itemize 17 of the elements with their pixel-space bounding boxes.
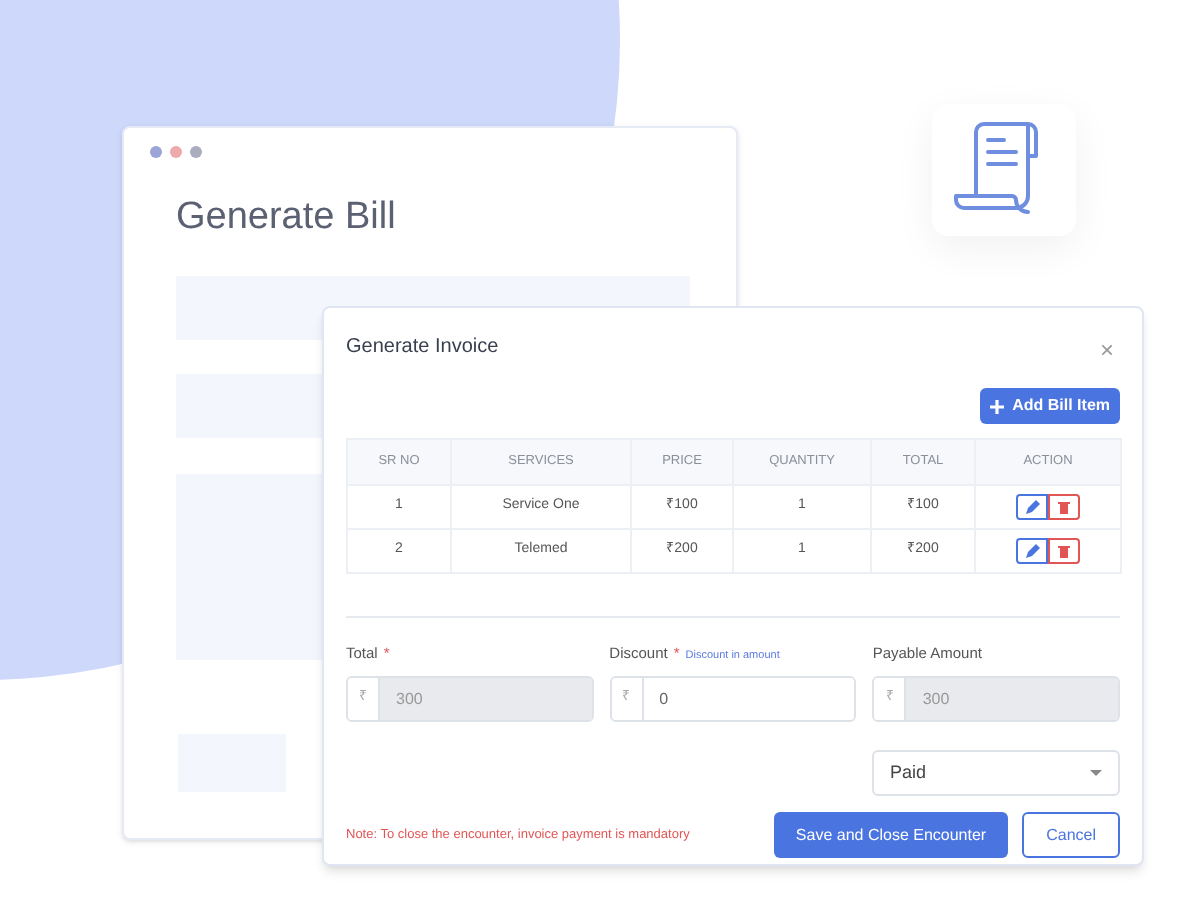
dialog-title: Generate Invoice [346,333,499,361]
caret-icon [1090,770,1102,776]
edit-button[interactable] [1016,494,1048,520]
add-bill-item-button[interactable]: Add Bill Item [980,388,1120,424]
status-select[interactable]: Paid [872,750,1120,796]
pencil-icon [1025,500,1039,514]
close-button[interactable]: × [1099,332,1114,368]
cancel-button[interactable]: Cancel [1022,812,1120,858]
plus-icon [990,399,1005,413]
page-title: Generate Bill [176,194,398,242]
delete-button[interactable] [1048,494,1080,520]
pencil-icon [1025,544,1039,558]
trash-icon [1058,500,1070,514]
save-button[interactable]: Save and Close Encounter [773,812,1009,858]
trash-icon [1058,544,1070,558]
delete-button[interactable] [1048,538,1080,564]
edit-button[interactable] [1016,538,1048,564]
